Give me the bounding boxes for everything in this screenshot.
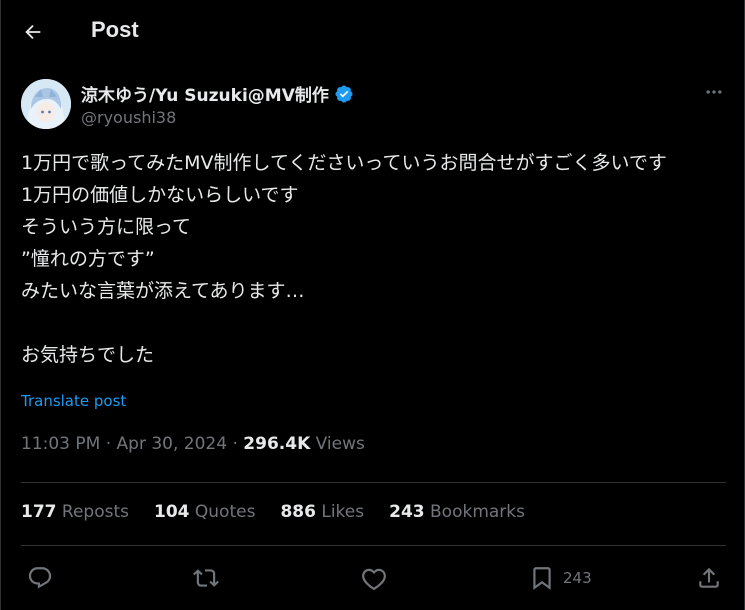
- post-meta: 11:03 PM · Apr 30, 2024 · 296.4K Views: [21, 434, 365, 454]
- like-button[interactable]: [361, 562, 387, 594]
- views-count: 296.4K: [243, 434, 311, 454]
- likes-label: Likes: [321, 502, 365, 522]
- author-display-name[interactable]: 涼木ゆう/Yu Suzuki@MV制作: [81, 81, 329, 106]
- reply-icon: [28, 567, 52, 589]
- heart-icon: [362, 568, 386, 591]
- quotes-stat[interactable]: 104 Quotes: [154, 502, 255, 522]
- divider: [21, 482, 726, 483]
- post-time[interactable]: 11:03 PM: [21, 434, 100, 454]
- bookmarks-stat[interactable]: 243 Bookmarks: [389, 502, 525, 522]
- bookmark-count: 243: [563, 569, 592, 587]
- post-date[interactable]: Apr 30, 2024: [117, 434, 228, 454]
- reposts-stat[interactable]: 177 Reposts: [21, 502, 129, 522]
- avatar-image: [21, 79, 71, 129]
- likes-stat[interactable]: 886 Likes: [280, 502, 364, 522]
- bookmarks-label: Bookmarks: [430, 502, 525, 522]
- reposts-count: 177: [21, 502, 57, 522]
- back-button[interactable]: [15, 14, 51, 50]
- likes-count: 886: [280, 502, 316, 522]
- arrow-left-icon: [25, 24, 41, 40]
- post-detail-view: Post 涼木ゆう/Yu Suzuki@MV制作 @ryoushi38 1万円で…: [0, 0, 745, 610]
- meta-separator: ·: [232, 434, 238, 454]
- bookmark-button[interactable]: 243: [529, 562, 592, 594]
- translate-post-link[interactable]: Translate post: [21, 392, 126, 410]
- divider: [21, 545, 726, 546]
- author-name-row[interactable]: 涼木ゆう/Yu Suzuki@MV制作: [81, 81, 354, 106]
- page-title: Post: [91, 17, 139, 42]
- reply-button[interactable]: [27, 562, 53, 594]
- meta-separator: ·: [105, 434, 112, 454]
- bookmark-icon: [533, 567, 551, 590]
- post-stats: 177 Reposts 104 Quotes 886 Likes 243 Boo…: [21, 502, 525, 522]
- header: Post: [1, 0, 744, 64]
- repost-button[interactable]: [193, 562, 219, 594]
- post-text: 1万円で歌ってみたMV制作してくださいっていうお問合せがすごく多いです 1万円の…: [21, 152, 667, 366]
- bookmarks-count: 243: [389, 502, 425, 522]
- share-button[interactable]: [696, 562, 722, 594]
- action-bar: 243: [1, 562, 744, 594]
- more-options-button[interactable]: [702, 80, 726, 104]
- repost-icon: [193, 569, 219, 587]
- quotes-label: Quotes: [194, 502, 256, 522]
- more-horizontal-icon: [706, 90, 722, 94]
- avatar[interactable]: [21, 79, 71, 129]
- views-label: Views: [315, 434, 365, 454]
- author-handle[interactable]: @ryoushi38: [81, 108, 176, 127]
- reposts-label: Reposts: [61, 502, 129, 522]
- share-icon: [699, 567, 719, 588]
- verified-badge-icon: [335, 84, 353, 103]
- quotes-count: 104: [154, 502, 190, 522]
